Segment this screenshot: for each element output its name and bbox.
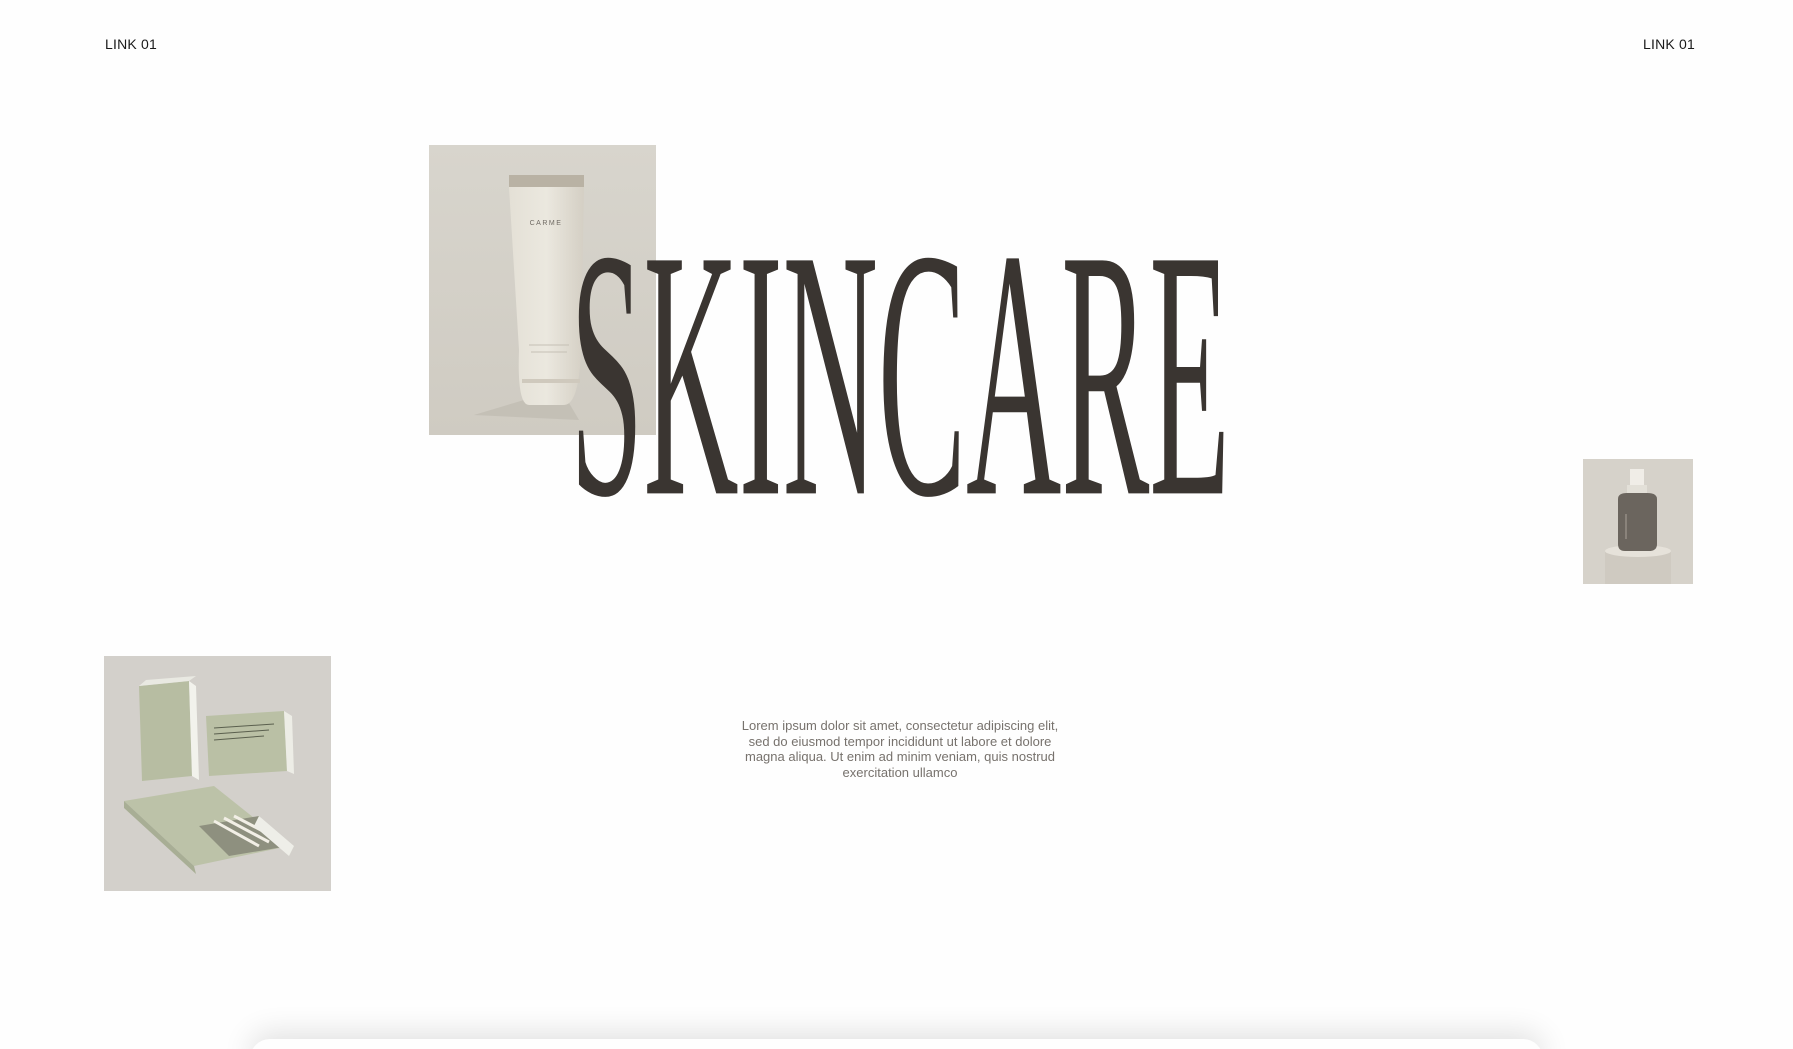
hero-description: Lorem ipsum dolor sit amet, consectetur … <box>741 718 1059 780</box>
hero-title: SKINCARE <box>560 176 1240 642</box>
box-product-image <box>104 656 331 891</box>
bottom-panel-edge <box>250 1039 1543 1049</box>
bottle-product-image <box>1583 459 1693 584</box>
landing-page: LINK 01 LINK 01 CARME SKINCARE Lorem ips… <box>0 0 1793 1049</box>
nav-link-left[interactable]: LINK 01 <box>105 36 157 52</box>
nav-link-right[interactable]: LINK 01 <box>1643 36 1695 52</box>
tube-brand-label: CARME <box>530 220 563 227</box>
hero-title-text: SKINCARE <box>570 176 1230 571</box>
